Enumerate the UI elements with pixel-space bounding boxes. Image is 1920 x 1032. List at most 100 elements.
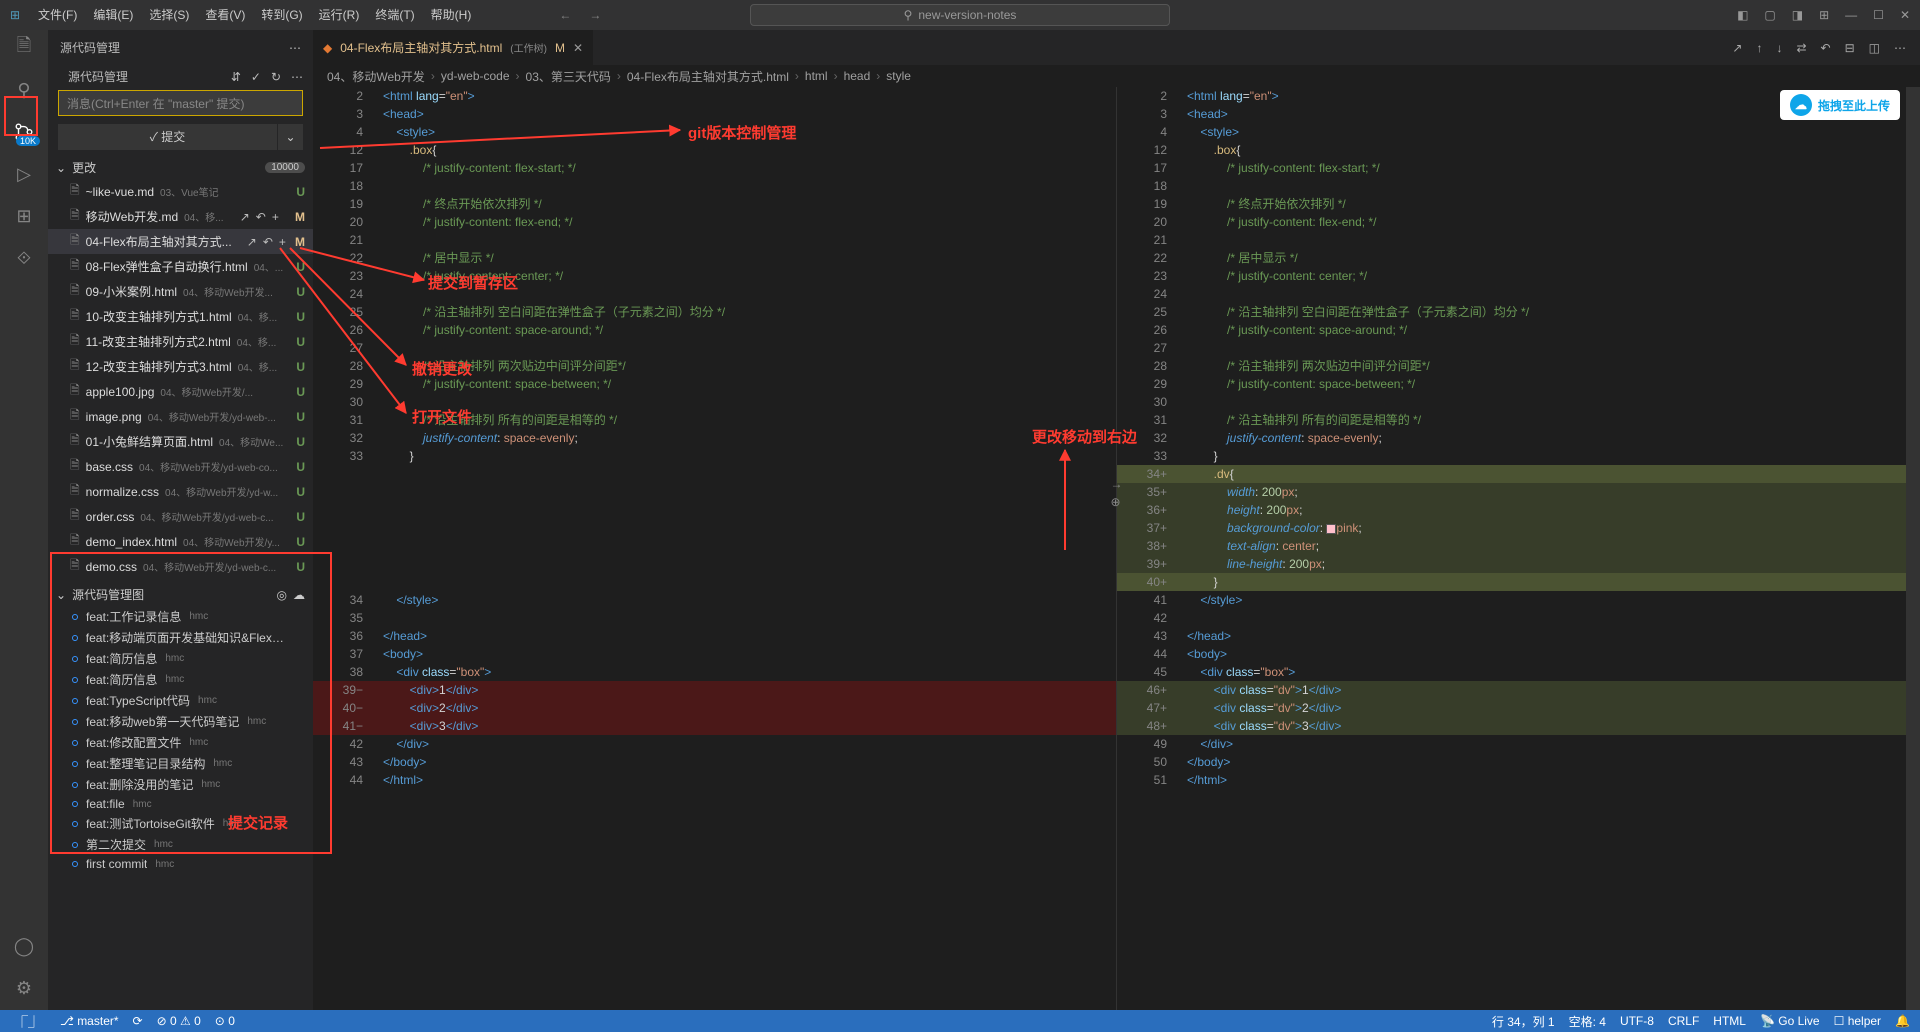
scm-section-header[interactable]: 源代码管理 ⇵ ✓ ↻ ⋯ <box>48 65 313 88</box>
changed-file-row[interactable]: 🗎order.css 04、移动Web开发/yd-web-c...U <box>48 504 313 529</box>
indentation[interactable]: 空格: 4 <box>1569 1013 1606 1030</box>
changed-file-row[interactable]: 🗎12-改变主轴排列方式3.html 04、移...U <box>48 354 313 379</box>
changed-file-row[interactable]: 🗎normalize.css 04、移动Web开发/yd-w...U <box>48 479 313 504</box>
breadcrumb-item[interactable]: style <box>886 69 911 83</box>
changed-file-row[interactable]: 🗎09-小米案例.html 04、移动Web开发...U <box>48 279 313 304</box>
close-tab-icon[interactable]: ✕ <box>573 41 583 55</box>
stage-icon[interactable]: + <box>272 210 279 224</box>
discard-icon[interactable]: ↶ <box>256 210 266 224</box>
menu-item[interactable]: 帮助(H) <box>423 0 480 30</box>
explorer-icon[interactable]: 🗎 <box>12 36 36 60</box>
command-center[interactable]: ⚲ new-version-notes <box>750 4 1170 26</box>
prev-diff-icon[interactable]: ↑ <box>1756 41 1762 55</box>
editor-tab[interactable]: ◆ 04-Flex布局主轴对其方式.html (工作树) M ✕ <box>313 30 594 65</box>
notifications-icon[interactable]: 🔔 <box>1895 1014 1910 1028</box>
open-file-icon[interactable]: ↗ <box>1732 41 1742 55</box>
toggle-icon[interactable]: ⇄ <box>1796 41 1806 55</box>
changed-file-row[interactable]: 🗎移动Web开发.md 04、移...↗↶+M <box>48 204 313 229</box>
changed-file-row[interactable]: 🗎demo_index.html 04、移动Web开发/y...U <box>48 529 313 554</box>
changed-file-row[interactable]: 🗎image.png 04、移动Web开发/yd-web-...U <box>48 404 313 429</box>
breadcrumb[interactable]: 04、移动Web开发›yd-web-code›03、第三天代码›04-Flex布… <box>313 65 1920 87</box>
cursor-position[interactable]: 行 34，列 1 <box>1492 1013 1555 1030</box>
eol[interactable]: CRLF <box>1668 1014 1699 1028</box>
remote-icon[interactable]: ⟐ <box>12 246 36 270</box>
breadcrumb-item[interactable]: html <box>805 69 828 83</box>
changed-file-row[interactable]: 🗎base.css 04、移动Web开发/yd-web-co...U <box>48 454 313 479</box>
breadcrumb-item[interactable]: head <box>844 69 871 83</box>
commit-row[interactable]: feat:测试TortoiseGit软件 hmc <box>48 813 313 834</box>
diff-right-pane[interactable]: 2<html lang="en">3<head>4 <style>12 .box… <box>1116 87 1920 1010</box>
commit-row[interactable]: feat:整理笔记目录结构 hmc <box>48 753 313 774</box>
commit-row[interactable]: 第二次提交 hmc <box>48 834 313 855</box>
discard-icon[interactable]: ↶ <box>263 235 273 249</box>
commit-dropdown[interactable]: ⌄ <box>277 124 303 150</box>
menu-item[interactable]: 文件(F) <box>30 0 85 30</box>
open-file-icon[interactable]: ↗ <box>240 210 250 224</box>
commit-icon[interactable]: ✓ <box>251 70 261 84</box>
helper[interactable]: ☐ helper <box>1834 1014 1881 1028</box>
more-icon[interactable]: ⋯ <box>289 41 301 55</box>
nav-back-icon[interactable]: ← <box>559 8 571 22</box>
whitespace-icon[interactable]: ⊟ <box>1845 41 1855 55</box>
sync-icon[interactable]: ⟳ <box>133 1014 143 1028</box>
nav-forward-icon[interactable]: → <box>589 8 601 22</box>
menu-item[interactable]: 查看(V) <box>197 0 253 30</box>
close-icon[interactable]: ✕ <box>1900 8 1910 22</box>
problems-indicator[interactable]: ⊘ 0 ⚠ 0 <box>157 1014 201 1028</box>
split-icon[interactable]: ◫ <box>1869 41 1880 55</box>
debug-icon[interactable]: ▷ <box>12 162 36 186</box>
more-icon[interactable]: ⋯ <box>1894 41 1906 55</box>
breadcrumb-item[interactable]: 03、第三天代码 <box>526 68 611 85</box>
remote-indicator[interactable]: ⎾⏌ <box>10 1013 46 1030</box>
view-tree-icon[interactable]: ⇵ <box>231 70 241 84</box>
account-icon[interactable]: ◯ <box>12 934 36 958</box>
commit-message-input[interactable]: 消息(Ctrl+Enter 在 "master" 提交) <box>58 90 303 116</box>
target-icon[interactable]: ◎ <box>277 588 287 602</box>
stage-icon[interactable]: + <box>279 235 286 249</box>
layout-icon[interactable]: ▢ <box>1764 8 1775 22</box>
more-icon[interactable]: ⋯ <box>291 70 303 84</box>
menu-item[interactable]: 选择(S) <box>141 0 197 30</box>
maximize-icon[interactable]: ☐ <box>1873 8 1884 22</box>
commit-row[interactable]: feat:移动端页面开发基础知识&Flex布局... <box>48 627 313 648</box>
ports-indicator[interactable]: ⊙ 0 <box>215 1014 235 1028</box>
move-right-icon[interactable]: → <box>1111 477 1123 491</box>
menu-item[interactable]: 运行(R) <box>311 0 368 30</box>
changed-file-row[interactable]: 🗎01-小兔鲜结算页面.html 04、移动We...U <box>48 429 313 454</box>
changed-file-row[interactable]: 🗎08-Flex弹性盒子自动换行.html 04、...U <box>48 254 313 279</box>
changes-header[interactable]: 更改 10000 <box>48 156 313 179</box>
layout-icon[interactable]: ◧ <box>1737 8 1748 22</box>
changed-file-row[interactable]: 🗎demo.css 04、移动Web开发/yd-web-c...U <box>48 554 313 579</box>
open-file-icon[interactable]: ↗ <box>247 235 257 249</box>
revert-icon[interactable]: ↶ <box>1821 41 1831 55</box>
move-right-icon[interactable]: ⊕ <box>1111 495 1123 509</box>
next-diff-icon[interactable]: ↓ <box>1776 41 1782 55</box>
commit-row[interactable]: feat:简历信息 hmc <box>48 669 313 690</box>
diff-left-pane[interactable]: 2<html lang="en">3<head>4 <style>12 .box… <box>313 87 1116 1010</box>
menu-item[interactable]: 转到(G) <box>253 0 310 30</box>
commit-row[interactable]: feat:简历信息 hmc <box>48 648 313 669</box>
commit-button[interactable]: ✓ 提交 <box>58 124 277 150</box>
minimize-icon[interactable]: — <box>1845 8 1857 22</box>
encoding[interactable]: UTF-8 <box>1620 1014 1654 1028</box>
upload-badge[interactable]: ☁ 拖拽至此上传 <box>1780 90 1900 120</box>
breadcrumb-item[interactable]: 04-Flex布局主轴对其方式.html <box>627 68 789 85</box>
commit-row[interactable]: feat:修改配置文件 hmc <box>48 732 313 753</box>
branch-indicator[interactable]: ⎇ master* <box>60 1014 119 1028</box>
menu-item[interactable]: 终端(T) <box>367 0 422 30</box>
refresh-icon[interactable]: ↻ <box>271 70 281 84</box>
cloud-icon[interactable]: ☁ <box>293 588 305 602</box>
commit-row[interactable]: feat:删除没用的笔记 hmc <box>48 774 313 795</box>
menu-item[interactable]: 编辑(E) <box>85 0 141 30</box>
settings-icon[interactable]: ⚙ <box>12 976 36 1000</box>
changed-file-row[interactable]: 🗎apple100.jpg 04、移动Web开发/...U <box>48 379 313 404</box>
commits-header[interactable]: 源代码管理图 ◎ ☁ <box>48 583 313 606</box>
breadcrumb-item[interactable]: yd-web-code <box>441 69 510 83</box>
layout-icon[interactable]: ⊞ <box>1819 8 1829 22</box>
language-mode[interactable]: HTML <box>1713 1014 1746 1028</box>
commit-row[interactable]: feat:工作记录信息 hmc <box>48 606 313 627</box>
breadcrumb-item[interactable]: 04、移动Web开发 <box>327 68 425 85</box>
commit-row[interactable]: feat:移动web第一天代码笔记 hmc <box>48 711 313 732</box>
extensions-icon[interactable]: ⊞ <box>12 204 36 228</box>
changed-file-row[interactable]: 🗎04-Flex布局主轴对其方式... ↗↶+M <box>48 229 313 254</box>
